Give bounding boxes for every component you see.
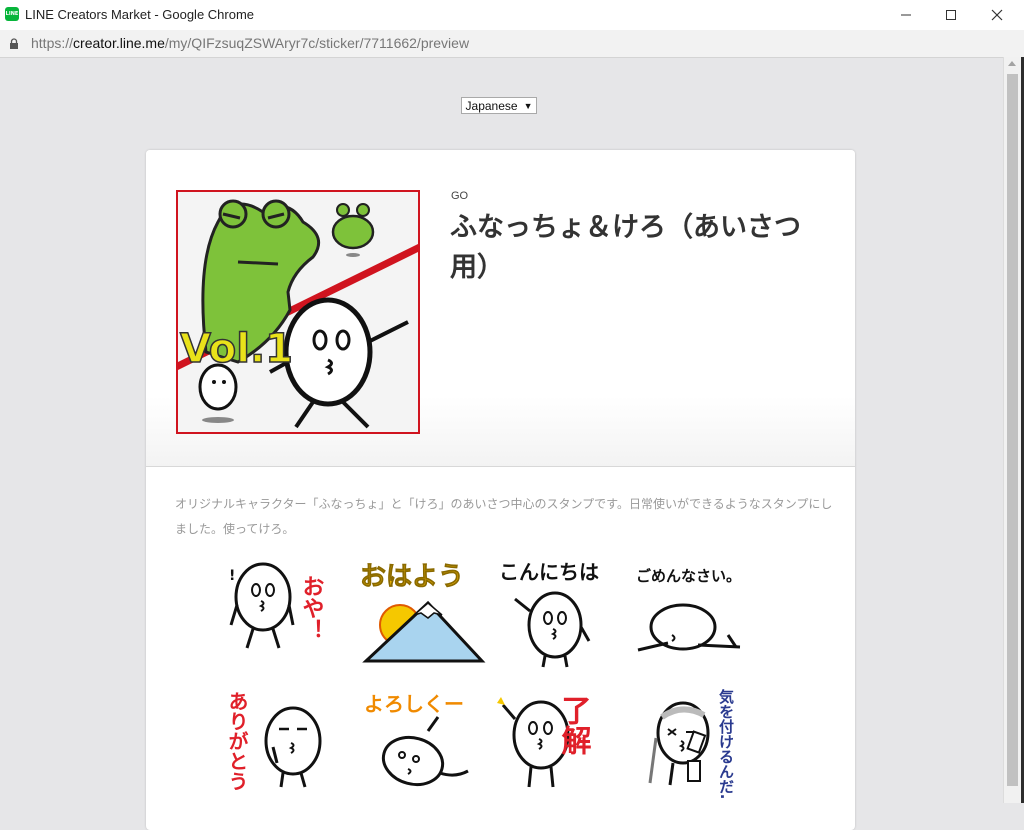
- main-sticker-image: Vol.1: [176, 190, 420, 434]
- sticker-8-label: 気を付けるんだ…: [717, 688, 735, 798]
- sticker-card: Vol.1 GO ふなっちょ＆けろ（あいさつ用） オリジナルキャラクター「ふなっ…: [146, 150, 855, 830]
- sticker-item-5[interactable]: ありがとう: [223, 683, 353, 798]
- sticker-item-2[interactable]: おはよう: [358, 555, 488, 670]
- url-protocol: https://: [31, 35, 74, 51]
- minimize-icon: [901, 14, 911, 16]
- vertical-scrollbar[interactable]: [1003, 57, 1021, 803]
- maximize-icon: [946, 10, 956, 20]
- sticker-3-label: こんにちは: [499, 560, 599, 584]
- close-button[interactable]: [974, 0, 1020, 30]
- language-select[interactable]: Japanese ▼: [461, 97, 537, 114]
- title-bar: LINE LINE Creators Market - Google Chrom…: [0, 0, 1024, 31]
- sticker-item-6[interactable]: よろしくー: [358, 683, 488, 798]
- lock-icon: [10, 38, 18, 49]
- address-bar[interactable]: https://creator.line.me/my/QIFzsuqZSWAry…: [0, 30, 1024, 58]
- scrollbar-thumb[interactable]: [1007, 74, 1018, 786]
- url-path: /my/QIFzsuqZSWAryr7c/sticker/7711662/pre…: [164, 35, 470, 51]
- creator-name[interactable]: GO: [451, 190, 468, 202]
- sticker-title: ふなっちょ＆けろ（あいさつ用）: [450, 212, 801, 283]
- dropdown-arrow-icon: ▼: [523, 100, 533, 111]
- sticker-description: オリジナルキャラクター「ふなっちょ」と「けろ」のあいさつ中心のスタンプです。日常…: [175, 497, 833, 536]
- language-select-value: Japanese: [465, 98, 518, 113]
- sticker-item-1[interactable]: ! おや！: [223, 555, 353, 670]
- maximize-button[interactable]: [928, 0, 974, 30]
- sticker-1-exclaim: !: [229, 568, 235, 584]
- sticker-4-label: ごめんなさい。: [636, 567, 741, 585]
- main-image-vol-text: Vol.1: [180, 326, 293, 372]
- sticker-5-label: ありがとう: [225, 691, 249, 791]
- sticker-item-8[interactable]: 気を付けるんだ…: [628, 683, 758, 798]
- window-title: LINE Creators Market - Google Chrome: [25, 7, 255, 22]
- sticker-6-label: よろしくー: [364, 692, 464, 716]
- sticker-item-7[interactable]: 了解: [493, 683, 623, 798]
- sticker-7-label: 了解: [556, 695, 592, 756]
- url-text[interactable]: https://creator.line.me/my/QIFzsuqZSWAry…: [31, 30, 469, 57]
- close-icon: [991, 9, 1003, 21]
- sticker-2-label: おはよう: [360, 562, 464, 592]
- line-app-icon: LINE: [5, 7, 19, 21]
- url-host: creator.line.me: [73, 35, 165, 51]
- sticker-item-4[interactable]: ごめんなさい。: [628, 555, 758, 670]
- sticker-1-label: おや！: [299, 575, 325, 641]
- sticker-item-3[interactable]: こんにちは: [493, 555, 623, 670]
- minimize-button[interactable]: [883, 0, 929, 30]
- scroll-up-arrow-icon[interactable]: [1008, 61, 1016, 66]
